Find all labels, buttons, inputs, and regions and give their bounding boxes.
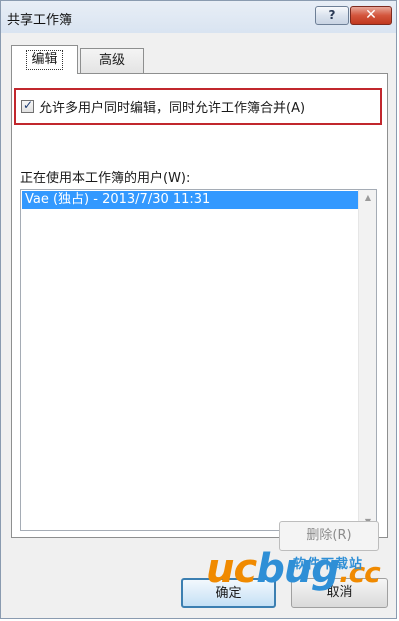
- share-workbook-dialog: 共享工作簿 ? ✕ 编辑 高级 允许多用户同时编辑，同时允许工作簿合并(A) 正…: [0, 0, 397, 619]
- close-button[interactable]: ✕: [350, 6, 392, 25]
- help-button[interactable]: ?: [315, 6, 349, 25]
- tab-edit-label: 编辑: [26, 50, 63, 70]
- remove-user-button[interactable]: 删除(R): [279, 521, 379, 551]
- tab-advanced[interactable]: 高级: [80, 48, 144, 74]
- title-bar: 共享工作簿 ? ✕: [1, 1, 396, 33]
- tab-advanced-label: 高级: [98, 53, 125, 68]
- scroll-up-arrow-icon[interactable]: ▲: [362, 192, 374, 204]
- dialog-body: 编辑 高级 允许多用户同时编辑，同时允许工作簿合并(A) 正在使用本工作簿的用户…: [1, 33, 396, 618]
- tab-edit[interactable]: 编辑: [11, 45, 78, 74]
- ok-button[interactable]: 确定: [181, 578, 276, 608]
- listbox-scrollbar[interactable]: ▲ ▼: [358, 190, 376, 530]
- user-list-item[interactable]: Vae (独占) - 2013/7/30 11:31: [22, 191, 358, 209]
- cancel-button[interactable]: 取消: [291, 578, 388, 608]
- users-listbox[interactable]: Vae (独占) - 2013/7/30 11:31 ▲ ▼: [20, 189, 377, 531]
- allow-multiuser-option[interactable]: 允许多用户同时编辑，同时允许工作簿合并(A): [21, 97, 305, 116]
- edit-tab-panel: 允许多用户同时编辑，同时允许工作簿合并(A) 正在使用本工作簿的用户(W): V…: [11, 73, 388, 538]
- dialog-title: 共享工作簿: [7, 13, 73, 28]
- allow-multiuser-label[interactable]: 允许多用户同时编辑，同时允许工作簿合并(A): [39, 97, 305, 116]
- users-list-label: 正在使用本工作簿的用户(W):: [20, 171, 191, 186]
- allow-multiuser-checkbox[interactable]: [21, 98, 34, 113]
